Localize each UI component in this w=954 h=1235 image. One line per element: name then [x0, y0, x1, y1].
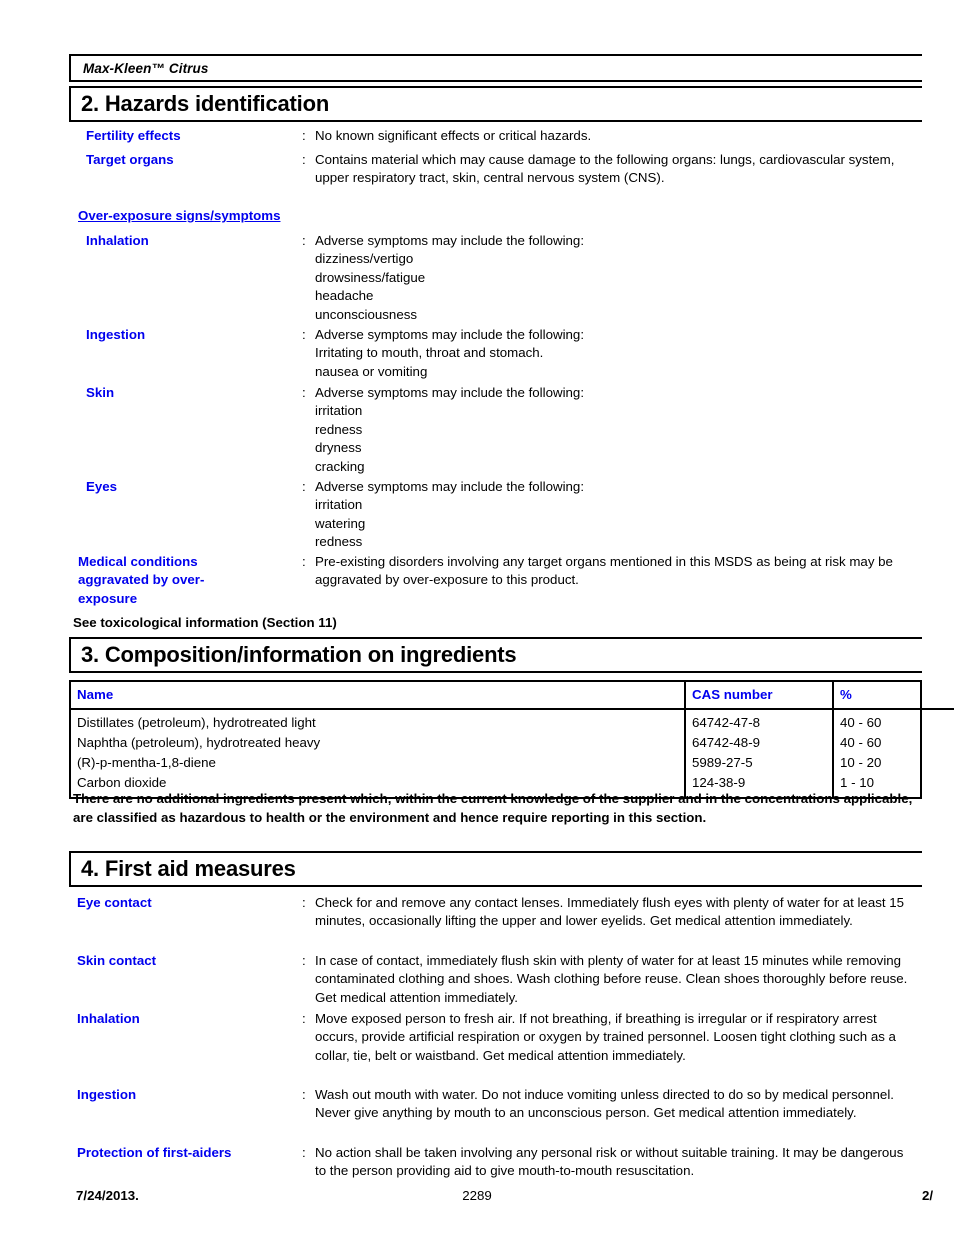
- colon-skin-contact: :: [302, 953, 306, 968]
- cell-cas-number: 64742-47-8: [685, 709, 834, 733]
- section-3-title: 3. Composition/information on ingredient…: [81, 642, 517, 667]
- colon-inhalation: :: [302, 1011, 306, 1026]
- cell-name: (R)-p-mentha-1,8-diene: [71, 753, 686, 773]
- label-ingestion: Ingestion: [77, 1087, 137, 1102]
- symptom-line: redness: [315, 421, 363, 437]
- label-inhalation: Inhalation: [77, 1011, 140, 1026]
- label-line: Medical conditions: [78, 554, 198, 569]
- section-3-title-bar: 3. Composition/information on ingredient…: [69, 637, 922, 673]
- cell-cas-number: 64742-48-9: [685, 733, 834, 753]
- table-row: Distillates (petroleum), hydrotreated li…: [71, 709, 954, 733]
- table-row: Naphtha (petroleum), hydrotreated heavy …: [71, 733, 954, 753]
- label-target-organs: Target organs: [86, 152, 174, 167]
- document-header: Max-Kleen™ Citrus: [69, 54, 922, 82]
- symptom-line: redness: [315, 534, 363, 550]
- symptom-line: Adverse symptoms may include the followi…: [315, 327, 585, 342]
- symptom-line: dizziness/vertigo: [315, 251, 414, 267]
- value-target-organs: Contains material which may cause damage…: [315, 152, 895, 186]
- cell-percent: 10 - 20: [840, 755, 882, 770]
- cell-percent: 40 - 60: [840, 715, 882, 730]
- value-inhalation: Move exposed person to fresh air. If not…: [315, 1011, 896, 1063]
- cell-name: Naphtha (petroleum), hydrotreated heavy: [71, 733, 686, 753]
- page-footer: 7/24/2013. 2289 2/: [0, 1188, 954, 1208]
- label-medical-conditions: Medical conditions aggravated by over- e…: [78, 553, 293, 608]
- symptom-line: headache: [315, 288, 374, 304]
- cell-percent: 40 - 60: [840, 735, 882, 750]
- label-line: exposure: [78, 590, 138, 606]
- column-header-cas-number: CAS number: [685, 682, 834, 710]
- table-row: (R)-p-mentha-1,8-diene 5989-27-5 10 - 20: [71, 753, 954, 773]
- symptom-line: drowsiness/fatigue: [315, 269, 426, 285]
- symptom-line: watering: [315, 515, 366, 531]
- section-4-title-bar: 4. First aid measures: [69, 851, 922, 887]
- colon-eye-contact: :: [302, 895, 306, 910]
- symptom-line: Irritating to mouth, throat and stomach.: [315, 345, 544, 361]
- label-over-exposure-eyes: Eyes: [86, 479, 118, 494]
- value-fertility-effects: No known significant effects or critical…: [315, 128, 592, 143]
- symptom-line: unconsciousness: [315, 306, 418, 322]
- msds-page: Max-Kleen™ Citrus 2. Hazards identificat…: [0, 0, 954, 1235]
- label-eye-contact: Eye contact: [77, 895, 152, 910]
- colon-ingestion: :: [302, 1087, 306, 1102]
- colon-over-exposure-ingestion: :: [302, 327, 306, 342]
- column-header-name: Name: [71, 682, 686, 710]
- label-skin-contact: Skin contact: [77, 953, 157, 968]
- note-see-toxicological-information: See toxicological information (Section 1…: [73, 615, 337, 630]
- label-line: aggravated by over-: [78, 572, 205, 588]
- column-header-percent: %: [833, 682, 954, 710]
- label-protection-of-first-aiders: Protection of first-aiders: [77, 1145, 232, 1160]
- symptom-line: irritation: [315, 497, 363, 513]
- symptom-line: dryness: [315, 440, 362, 456]
- symptom-line: cracking: [315, 458, 365, 474]
- colon-medical-conditions: :: [302, 554, 306, 569]
- table-header-row: Name CAS number %: [71, 682, 954, 710]
- label-over-exposure-inhalation: Inhalation: [86, 233, 149, 248]
- cell-name: Distillates (petroleum), hydrotreated li…: [71, 709, 686, 733]
- value-medical-conditions: Pre-existing disorders involving any tar…: [315, 554, 893, 588]
- symptom-line: nausea or vomiting: [315, 363, 428, 379]
- value-over-exposure-inhalation: Adverse symptoms may include the followi…: [315, 232, 875, 324]
- value-skin-contact: In case of contact, immediately flush sk…: [315, 953, 908, 1005]
- footer-document-number: 2289: [462, 1188, 492, 1203]
- heading-over-exposure-signs-symptoms: Over-exposure signs/symptoms: [78, 208, 281, 223]
- section-4-title: 4. First aid measures: [81, 856, 296, 881]
- colon-protection-of-first-aiders: :: [302, 1145, 306, 1160]
- value-over-exposure-eyes: Adverse symptoms may include the followi…: [315, 478, 875, 552]
- label-over-exposure-ingestion: Ingestion: [86, 327, 146, 342]
- section-2-title-bar: 2. Hazards identification: [69, 86, 922, 122]
- colon-fertility-effects: :: [302, 128, 306, 143]
- section-2-title: 2. Hazards identification: [81, 91, 330, 116]
- symptom-line: Adverse symptoms may include the followi…: [315, 233, 585, 248]
- label-over-exposure-skin: Skin: [86, 385, 115, 400]
- value-eye-contact: Check for and remove any contact lenses.…: [315, 895, 905, 929]
- footer-page-number: 2/: [922, 1188, 934, 1203]
- colon-over-exposure-skin: :: [302, 385, 306, 400]
- colon-target-organs: :: [302, 152, 306, 167]
- value-ingestion: Wash out mouth with water. Do not induce…: [315, 1087, 894, 1121]
- symptom-line: Adverse symptoms may include the followi…: [315, 479, 585, 494]
- value-over-exposure-ingestion: Adverse symptoms may include the followi…: [315, 326, 875, 381]
- composition-table: Name CAS number % Distillates (petroleum…: [69, 680, 954, 799]
- symptom-line: Adverse symptoms may include the followi…: [315, 385, 585, 400]
- value-over-exposure-skin: Adverse symptoms may include the followi…: [315, 384, 875, 476]
- symptom-line: irritation: [315, 403, 363, 419]
- label-fertility-effects: Fertility effects: [86, 128, 181, 143]
- colon-over-exposure-inhalation: :: [302, 233, 306, 248]
- product-name: Max-Kleen™ Citrus: [83, 60, 209, 76]
- colon-over-exposure-eyes: :: [302, 479, 306, 494]
- value-protection-of-first-aiders: No action shall be taken involving any p…: [315, 1145, 904, 1179]
- cell-cas-number: 5989-27-5: [685, 753, 834, 773]
- note-no-additional-ingredients: There are no additional ingredients pres…: [73, 791, 913, 825]
